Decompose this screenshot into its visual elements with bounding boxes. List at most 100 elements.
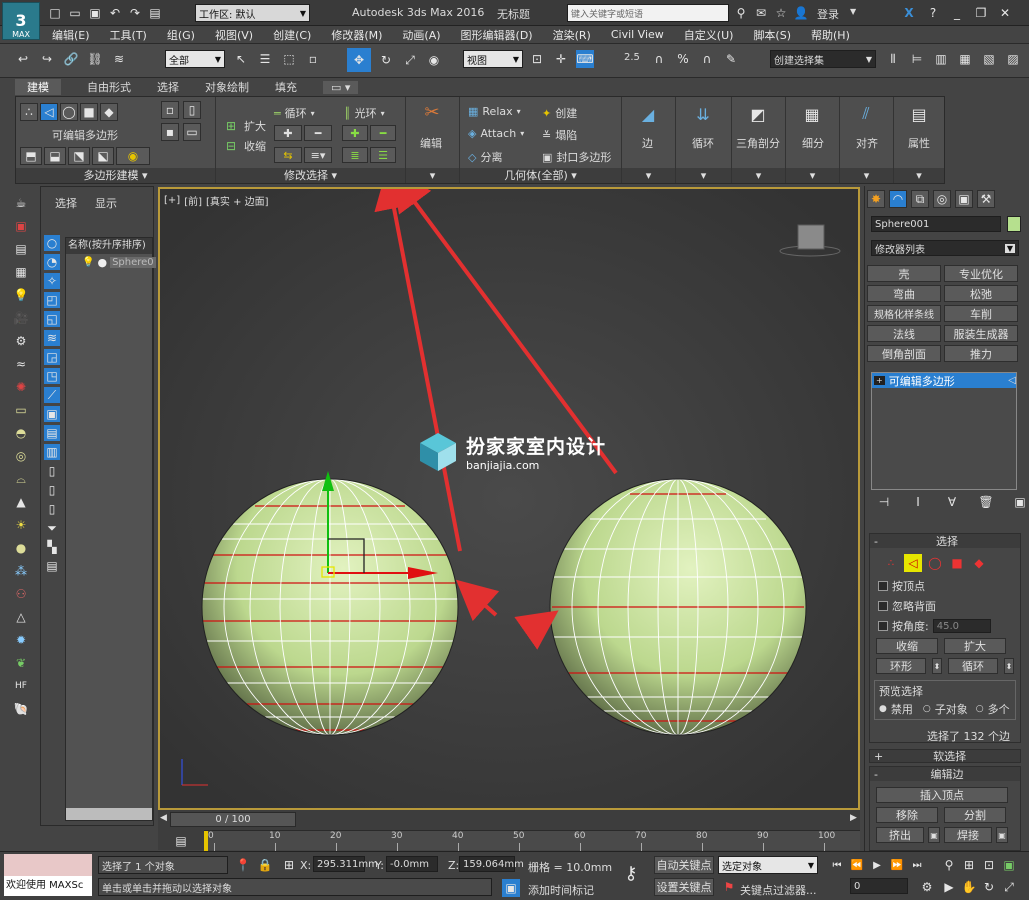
ring-button[interactable]: 光环 [355, 105, 377, 121]
element-subobject-icon[interactable]: ◆ [970, 554, 988, 572]
auto-key-button[interactable]: 自动关键点 [654, 856, 714, 874]
insert-vertex-button[interactable]: 插入顶点 [876, 787, 1008, 803]
spinner-snap-icon[interactable]: ∩ [698, 50, 716, 68]
chevron-down-icon[interactable]: ▼ [850, 7, 856, 16]
app-logo[interactable]: 3 MAX [2, 2, 40, 40]
panel-triangulation-title[interactable]: ▾ [732, 168, 785, 183]
maxscript-listener[interactable]: 欢迎使用 MAXSc [4, 854, 92, 898]
binoculars-icon[interactable]: ⚲ [732, 4, 750, 22]
place-icon[interactable]: ◉ [425, 51, 443, 69]
panel-align-title[interactable]: ▾ [840, 168, 893, 183]
panel-properties-title[interactable]: ▾ [894, 168, 944, 183]
teapot-icon[interactable]: ☕ [12, 194, 30, 212]
isolate-selection-icon[interactable]: 📍 [234, 856, 252, 874]
invert-display-icon[interactable]: ▯ [44, 501, 60, 517]
by-angle-checkbox[interactable] [878, 621, 888, 631]
absolute-mode-icon[interactable]: ⊞ [280, 856, 298, 874]
go-to-end-icon[interactable]: ⏭ [908, 856, 926, 874]
vertex-subobject-icon[interactable]: ∴ [882, 554, 900, 572]
chevron-down-icon[interactable]: ▾ [311, 109, 315, 118]
filter-geometry-icon[interactable]: ○ [44, 235, 60, 251]
loop-button[interactable]: 循环 [285, 105, 307, 121]
column-header[interactable]: 名称(按升序排序) [66, 238, 152, 254]
key-filters-icon[interactable]: ⚑ [720, 878, 738, 896]
y-coordinate-field[interactable]: -0.0mm [386, 856, 438, 872]
horizontal-scrollbar[interactable] [66, 808, 152, 820]
shrink-button[interactable]: 收缩 [876, 638, 938, 654]
chevron-down-icon[interactable]: ▾ [381, 109, 385, 118]
filter-cameras-icon[interactable]: ◰ [44, 292, 60, 308]
grid-icon[interactable]: ▦ [12, 263, 30, 281]
subdivision-icon[interactable]: ▦ [803, 105, 821, 124]
window-crossing-icon[interactable]: ▫ [304, 50, 322, 68]
panel-geometry-title[interactable]: 几何体(全部) ▾ [460, 168, 621, 183]
selection-rollout-header[interactable]: - 选择 [870, 534, 1020, 548]
ring-options-button[interactable]: ☰ [370, 147, 396, 163]
ignore-backface-checkbox[interactable] [878, 601, 888, 611]
menu-item-12[interactable]: 帮助(H) [811, 27, 850, 43]
mirror-icon[interactable]: ⫴ [884, 50, 902, 68]
modifier-relax-button[interactable]: 松弛 [944, 285, 1018, 302]
menu-item-2[interactable]: 组(G) [167, 27, 195, 43]
viewcube[interactable] [779, 224, 841, 257]
menu-item-7[interactable]: 图形编辑器(D) [461, 27, 533, 43]
weld-button[interactable]: 焊接 [944, 827, 992, 843]
maxscript-input[interactable] [4, 854, 92, 876]
split-button[interactable]: 分割 [944, 807, 1006, 823]
motion-tab-icon[interactable]: ◎ [933, 190, 951, 208]
new-file-icon[interactable]: □ [46, 4, 64, 22]
redo-icon[interactable]: ↷ [126, 4, 144, 22]
layer-filter-icon[interactable]: ▚ [44, 539, 60, 555]
helper-icon[interactable]: ⚙ [12, 332, 30, 350]
set-key-button[interactable]: 设置关键点 [654, 878, 714, 896]
border-subobject-icon[interactable]: ◯ [926, 554, 944, 572]
shrink-icon[interactable]: ⊟ [222, 137, 240, 155]
save-icon[interactable]: ▣ [86, 4, 104, 22]
panel-polygon-modeling-title[interactable]: 多边形建模 ▾ [16, 168, 215, 183]
triangulation-button[interactable]: 三角剖分 [736, 135, 780, 151]
funnel-icon[interactable]: ⏷ [44, 520, 60, 536]
time-slider[interactable]: 0 / 100 [170, 812, 296, 827]
show-end-result-icon[interactable]: Ⅰ [909, 493, 927, 511]
tab-display[interactable]: 显示 [95, 195, 117, 211]
modifier-list-select[interactable]: 修改器列表 ▼ [871, 240, 1019, 256]
undo-arrow-icon[interactable]: ↩ [14, 50, 32, 68]
configure-sets-icon[interactable]: ▣ [1011, 493, 1029, 511]
zoom-all-icon[interactable]: ⊞ [960, 856, 978, 874]
use-soft-selection-icon[interactable]: ◉ [116, 147, 150, 165]
info-center-icon[interactable]: ✉ [752, 4, 770, 22]
panel-edit-title[interactable]: ▾ [406, 168, 459, 183]
render-frame-icon[interactable]: ▣ [12, 217, 30, 235]
pin-stack-icon[interactable]: ⊣ [875, 493, 893, 511]
viewport-front[interactable]: [+] [前] [真实 + 边面] 扮家家室内设计 banjiajia.com [158, 187, 860, 810]
modifier-shell-button[interactable]: 壳 [867, 265, 941, 282]
ribbon-toggle-icon[interactable]: ▦ [956, 50, 974, 68]
align-icon[interactable]: ⊨ [908, 50, 926, 68]
tab-object-paint[interactable]: 对象绘制 [205, 79, 249, 95]
utilities-tab-icon[interactable]: ⚒ [977, 190, 995, 208]
chevron-down-icon[interactable]: ▾ [517, 107, 521, 116]
menu-item-8[interactable]: 渲染(R) [553, 27, 591, 43]
collapse-stack-icon[interactable]: ▫ [161, 101, 179, 119]
grow-icon[interactable]: ⊞ [222, 117, 240, 135]
preview-subobj-radio[interactable]: ○ [923, 704, 931, 714]
panel-loops-title[interactable]: ▾ [676, 168, 731, 183]
rect-selection-icon[interactable]: ⬚ [280, 50, 298, 68]
attach-button[interactable]: Attach [480, 127, 516, 140]
manipulate-icon[interactable]: ✛ [552, 50, 570, 68]
set-key-icon[interactable]: ⚷ [622, 863, 640, 884]
ring-grow-button[interactable]: ✚ [342, 125, 368, 141]
panel-modify-selection-title[interactable]: 修改选择 ▾ [216, 168, 405, 183]
hemisphere-icon[interactable]: ◓ [12, 424, 30, 442]
modifier-garment-maker-button[interactable]: 服装生成器 [944, 325, 1018, 342]
loop-button[interactable]: 循环 [948, 658, 998, 674]
track-bar[interactable]: 0 10 20 30 40 50 60 70 80 90 100 [204, 830, 860, 851]
edit-icon[interactable]: ✂ [423, 102, 441, 123]
project-icon[interactable]: ▤ [146, 4, 164, 22]
sort-icon[interactable]: ▤ [44, 558, 60, 574]
loop-shrink-button[interactable]: ━ [304, 125, 332, 141]
border-mode-icon[interactable]: ◯ [60, 103, 78, 121]
restore-icon[interactable]: ❐ [972, 4, 990, 22]
sun-icon[interactable]: ☀ [12, 516, 30, 534]
filter-spacewarps-icon[interactable]: ≋ [44, 330, 60, 346]
